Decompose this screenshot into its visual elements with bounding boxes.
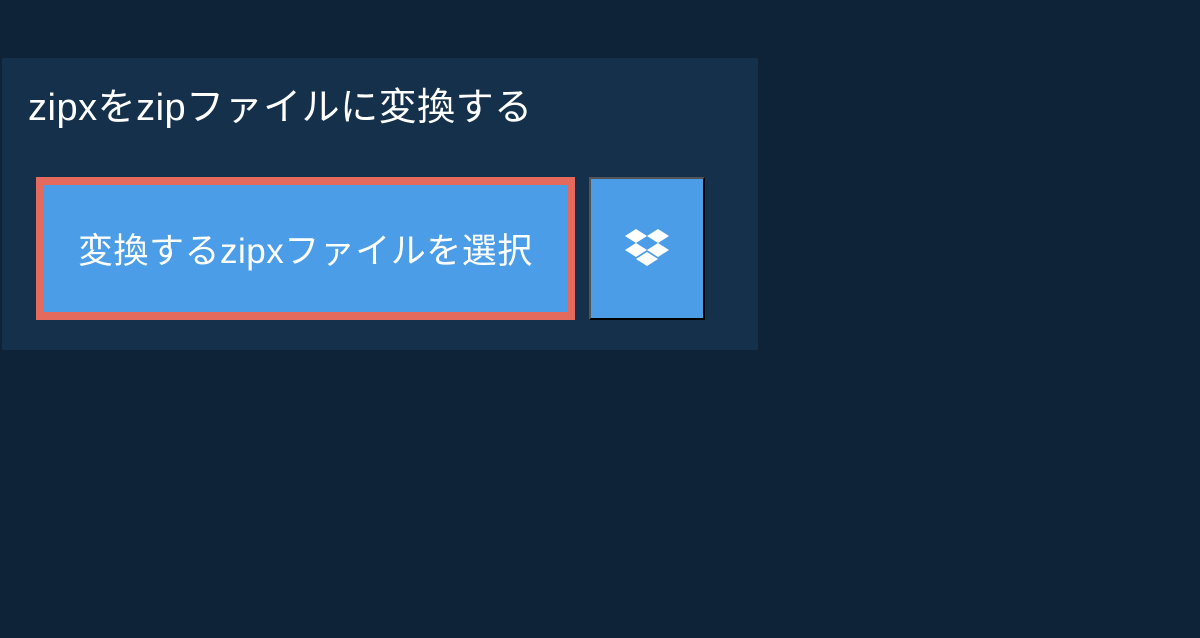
page-title: zipxをzipファイルに変換する xyxy=(28,76,606,131)
button-row: 変換するzipxファイルを選択 xyxy=(36,177,758,320)
select-file-button-label: 変換するzipxファイルを選択 xyxy=(78,223,533,274)
title-bar: zipxをzipファイルに変換する xyxy=(2,58,632,159)
conversion-panel: zipxをzipファイルに変換する 変換するzipxファイルを選択 xyxy=(2,58,758,350)
dropbox-icon xyxy=(625,229,669,269)
dropbox-button[interactable] xyxy=(589,177,705,320)
select-file-button[interactable]: 変換するzipxファイルを選択 xyxy=(36,177,575,320)
